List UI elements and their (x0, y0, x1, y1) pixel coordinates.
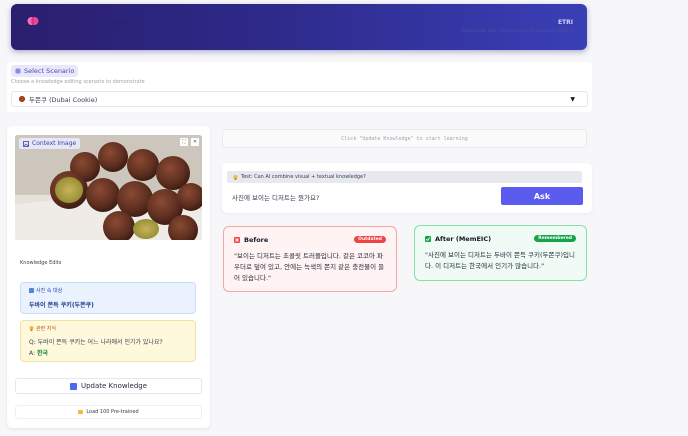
load-pretrained-button[interactable]: Load 100 Pre-trained (15, 405, 202, 419)
header-banner: MemEIC Demo ETRI Multimodal and Composit… (11, 4, 587, 50)
visual-edit-label-text: 사진 속 대상 (36, 288, 63, 294)
check-icon (425, 236, 431, 242)
question-input[interactable]: 사진에 보이는 디저트는 뭔가요? (232, 192, 319, 202)
app-title: MemEIC Demo (43, 16, 132, 29)
folder-icon (78, 410, 84, 414)
before-card: Before Outdated "보이는 디저트는 초콜릿 트러플입니다. 겉은… (223, 226, 397, 292)
close-icon[interactable]: ✕ (191, 138, 199, 146)
before-title: Before (244, 236, 269, 244)
knowledge-edits-label: Knowledge Edits (20, 260, 62, 266)
context-image-text: Context Image (32, 140, 77, 147)
select-scenario-text: Select Scenario (24, 67, 75, 75)
related-knowledge-label-text: 관련 지식 (36, 326, 56, 332)
select-scenario-label: Select Scenario (11, 65, 79, 77)
visual-edit-card: 사진 속 대상 두바이 쫀득 쿠키(두쫀쿠) (20, 282, 196, 314)
test-chip: Test: Can AI combine visual + textual kn… (227, 171, 582, 183)
left-panel: Context Image ⛶ ✕ Knowledge Edits 사진 속 대… (7, 126, 210, 428)
cross-icon (234, 237, 240, 243)
load-pretrained-label: Load 100 Pre-trained (86, 409, 139, 415)
visual-edit-value: 두바이 쫀득 쿠키(두쫀쿠) (29, 302, 94, 309)
update-knowledge-label: Update Knowledge (80, 382, 148, 390)
after-answer: "사진에 보이는 디저트는 두바이 쫀득 쿠키(두쫀쿠)입니다. 이 디저트는 … (425, 251, 575, 270)
remembered-badge: Remembered (534, 235, 576, 242)
related-knowledge-label: 관련 지식 (29, 325, 56, 332)
chevron-down-icon: ▼ (570, 96, 575, 103)
org-label: ETRI (557, 19, 573, 26)
context-image: Context Image ⛶ ✕ (15, 135, 202, 240)
related-knowledge-question: Q: 두바이 쫀득 쿠키는 어느 나라에서 인기가 있나요? (29, 339, 163, 346)
after-header: After (MemEIC) (425, 235, 491, 243)
outdated-badge: Outdated (354, 236, 386, 243)
related-knowledge-answer: A: 한국 (29, 348, 48, 357)
fullscreen-icon[interactable]: ⛶ (180, 138, 188, 146)
image-icon (23, 140, 29, 147)
visual-edit-label: 사진 속 대상 (29, 287, 62, 294)
answer-prefix: A: (29, 350, 37, 357)
picture-icon (29, 288, 34, 293)
scenario-dropdown[interactable]: 두쫀쿠 (Dubai Cookie) ▼ (11, 91, 588, 107)
refresh-icon (69, 382, 77, 390)
header-subtitle: Multimodal and Compositional Knowledge E… (461, 29, 573, 34)
brain-icon (27, 17, 39, 25)
before-header: Before (234, 236, 268, 244)
test-chip-text: Test: Can AI combine visual + textual kn… (241, 174, 366, 180)
related-knowledge-card: 관련 지식 Q: 두바이 쫀득 쿠키는 어느 나라에서 인기가 있나요? A: … (20, 320, 196, 362)
test-panel: Test: Can AI combine visual + textual kn… (222, 163, 592, 213)
answer-value: 한국 (36, 350, 48, 357)
cookie-icon (19, 96, 25, 102)
after-title: After (MemEIC) (435, 235, 492, 243)
scenario-selected-value: 두쫀쿠 (Dubai Cookie) (29, 96, 98, 104)
lightbulb-icon (233, 174, 238, 180)
before-answer: "보이는 디저트는 초콜릿 트러플입니다. 겉은 코코아 파우더로 덮여 있고,… (234, 252, 385, 282)
after-card: After (MemEIC) Remembered "사진에 보이는 디저트는 … (414, 225, 587, 281)
update-knowledge-button[interactable]: Update Knowledge (15, 378, 202, 394)
clipboard-icon (15, 68, 21, 74)
status-bar: Click "Update Knowledge" to start learni… (222, 129, 587, 148)
ask-button[interactable]: Ask (501, 187, 583, 205)
context-image-label: Context Image (19, 138, 81, 149)
lightbulb-icon (29, 326, 34, 331)
dessert-photo (15, 135, 202, 240)
scenario-panel: Select Scenario Choose a knowledge editi… (7, 62, 592, 112)
scenario-help-text: Choose a knowledge editing scenario to d… (11, 79, 145, 85)
